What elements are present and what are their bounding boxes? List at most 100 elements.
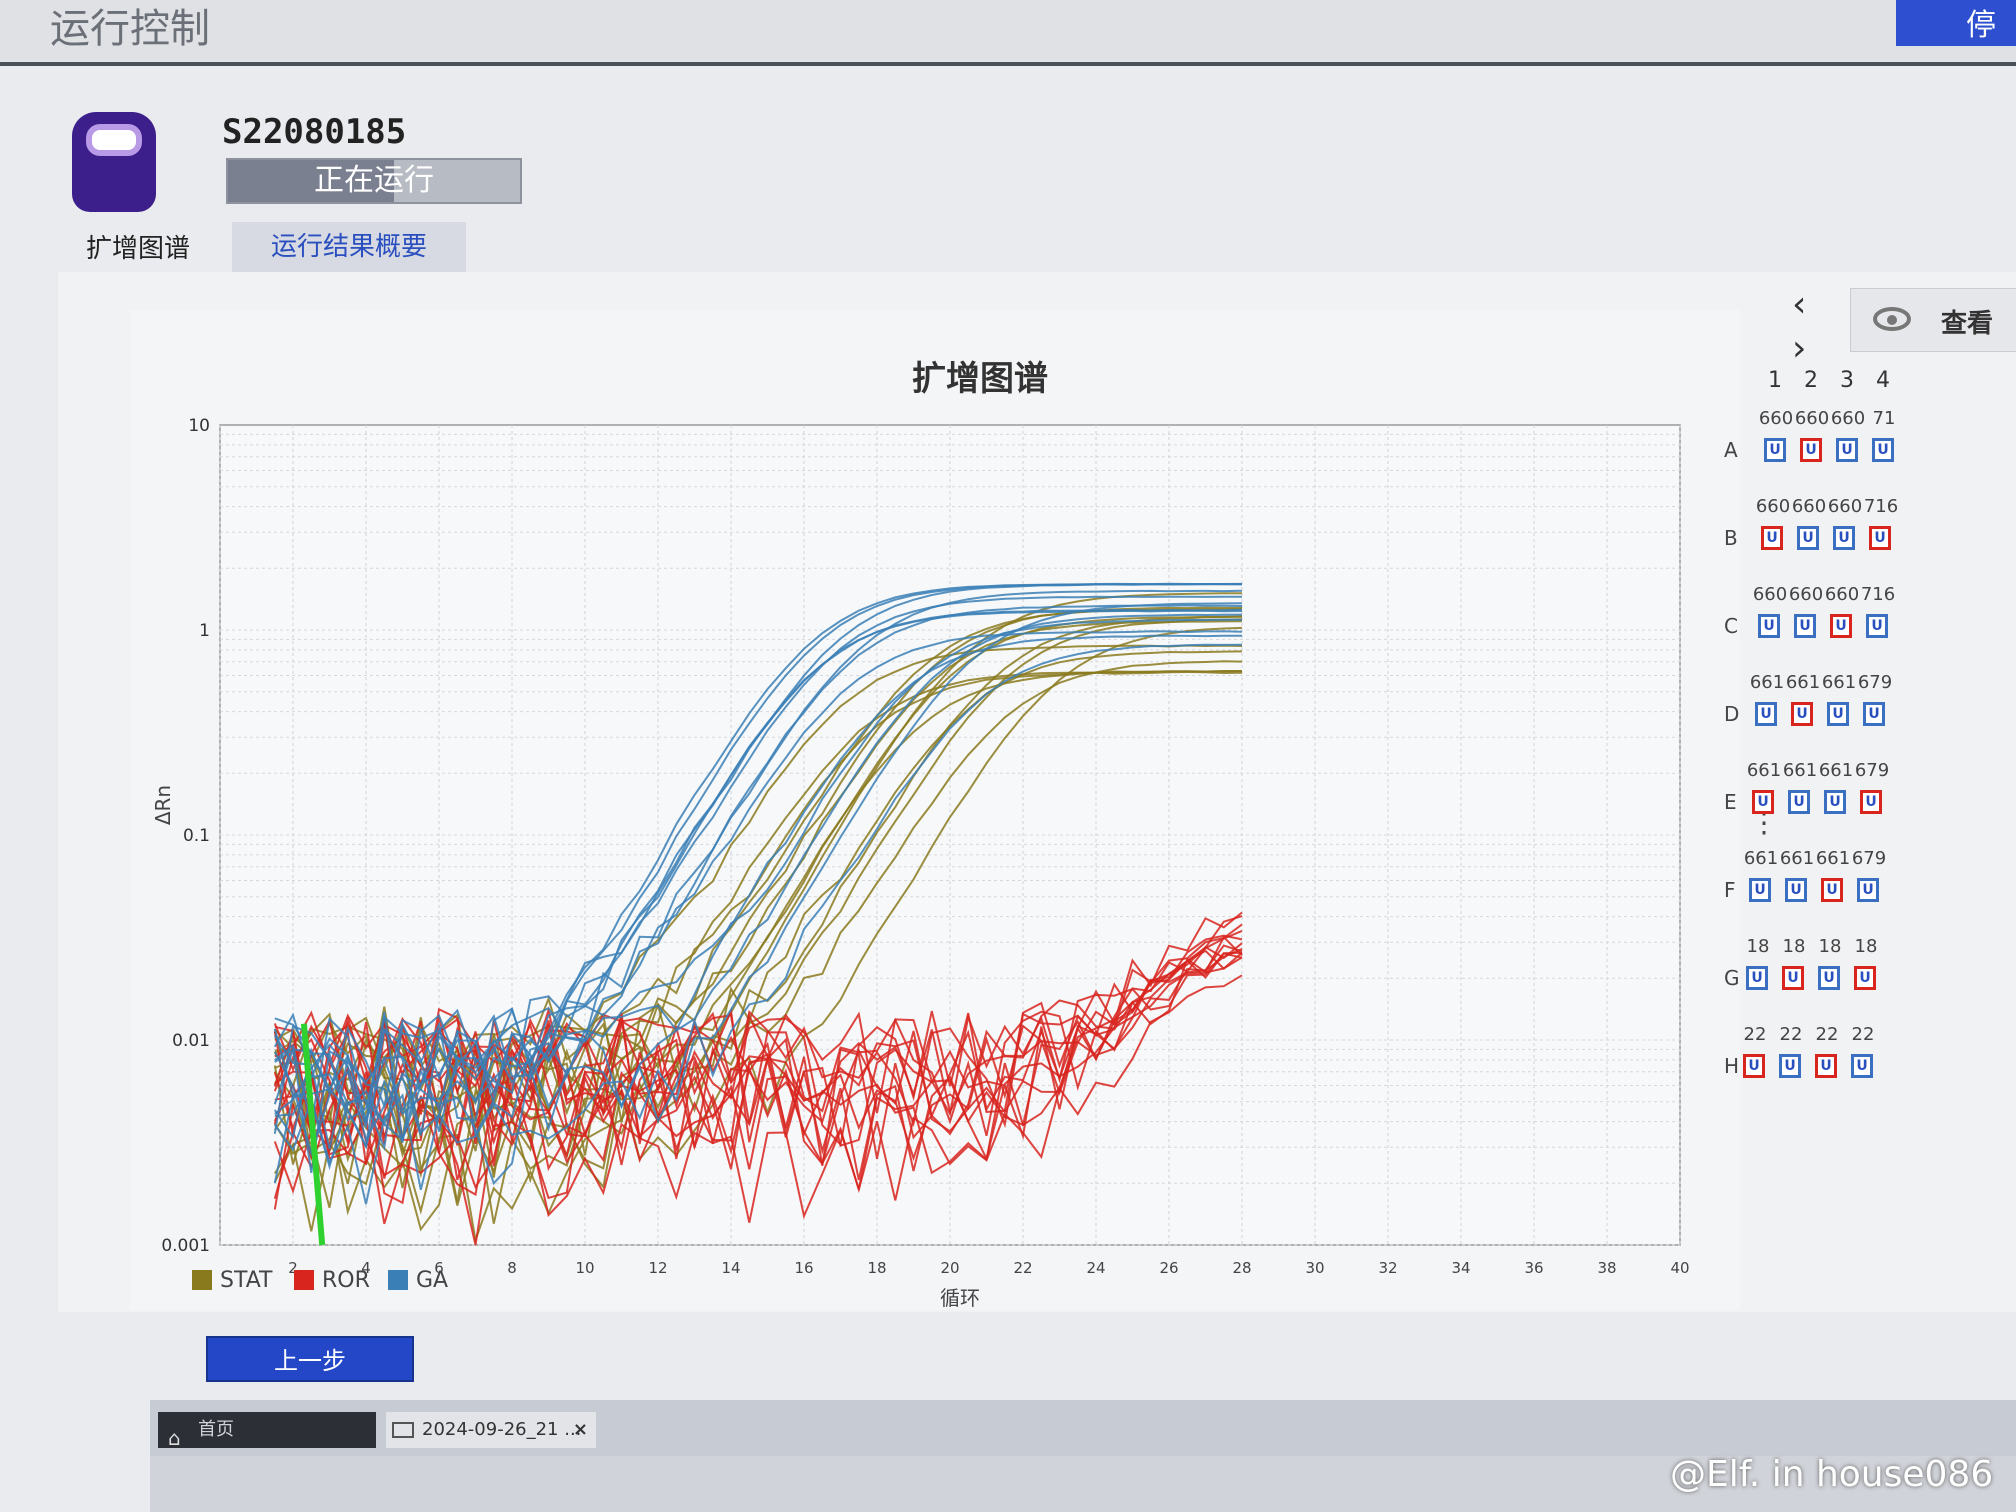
chart-svg: 扩增图谱循环ΔRn2 4 6 8 10 12 14 16 18 20 22 24 26 28 30 32 34 3…: [151, 359, 1690, 1310]
plate-well[interactable]: 679 U: [1847, 848, 1891, 928]
eye-icon: [1873, 307, 1911, 331]
well-status-chip: U: [1788, 790, 1810, 814]
well-sample-number: 18: [1854, 936, 1878, 957]
y-tick-label: 0.1: [183, 826, 210, 846]
y-tick-label: 0.01: [172, 1031, 210, 1051]
chevron-right-icon[interactable]: ›: [1792, 328, 1806, 369]
title-bar: 运行控制 停: [0, 0, 2016, 66]
home-icon: ⌂: [168, 1426, 181, 1450]
well-sample-number: 679: [1854, 760, 1890, 781]
taskbar: ⌂ 首页 2024-09-26_21 ... ×: [150, 1400, 2016, 1456]
well-status-chip: U: [1755, 702, 1777, 726]
legend-label: STAT: [220, 1268, 273, 1293]
legend-swatch: [294, 1270, 314, 1290]
view-button[interactable]: 查看: [1850, 288, 2016, 352]
x-tick-label: 14: [721, 1259, 740, 1277]
plate-row-header: C: [1724, 614, 1738, 638]
well-status-chip: U: [1743, 1054, 1765, 1078]
well-status-chip: U: [1821, 878, 1843, 902]
run-progress-bar: 正在运行: [226, 158, 522, 204]
x-tick-label: 20: [940, 1259, 959, 1277]
run-status: 正在运行: [314, 163, 434, 198]
x-tick-label: 10: [575, 1259, 594, 1277]
taskbar-home-label: 首页: [198, 1419, 234, 1440]
well-status-chip: U: [1833, 526, 1855, 550]
chart-title: 扩增图谱: [912, 359, 1048, 399]
plate-column-header: 4: [1876, 368, 1890, 393]
x-tick-label: 24: [1086, 1259, 1105, 1277]
legend-swatch: [388, 1270, 408, 1290]
tab-amplification-plot[interactable]: 扩增图谱: [86, 228, 190, 265]
run-id: S22080185: [222, 112, 407, 152]
well-status-chip: U: [1854, 966, 1876, 990]
x-tick-label: 30: [1305, 1259, 1324, 1277]
plate-column-header: 1: [1768, 368, 1782, 393]
well-status-chip: U: [1797, 526, 1819, 550]
plate-row-header: F: [1724, 878, 1736, 902]
instrument-icon: [72, 112, 156, 212]
well-status-chip: U: [1764, 438, 1786, 462]
chevron-left-icon[interactable]: ‹: [1792, 284, 1806, 325]
taskbar-home[interactable]: ⌂ 首页: [158, 1412, 376, 1450]
x-tick-label: 8: [507, 1259, 517, 1277]
tab-run-summary[interactable]: 运行结果概要: [232, 222, 466, 272]
x-tick-label: 16: [794, 1259, 813, 1277]
well-status-chip: U: [1749, 878, 1771, 902]
x-axis-label: 循环: [940, 1286, 980, 1310]
plate-well[interactable]: 679 U: [1850, 760, 1894, 840]
plate-well[interactable]: 18 U: [1844, 936, 1888, 1016]
x-tick-label: 28: [1232, 1259, 1251, 1277]
plate-well[interactable]: 22 U: [1841, 1024, 1885, 1104]
plate-well[interactable]: 716 U: [1856, 584, 1900, 664]
back-button[interactable]: 上一步: [206, 1336, 414, 1382]
well-status-chip: U: [1860, 790, 1882, 814]
y-tick-label: 1: [199, 621, 210, 641]
plate-well[interactable]: 716 U: [1859, 496, 1903, 576]
well-sample-number: 716: [1860, 584, 1896, 605]
plate-map: 1 2 3 4 A 660 U 660 U 660 U 71 U B 660 U 660 U 660 U 716 U C 66…: [1724, 368, 2016, 1268]
taskbar-file-label: 2024-09-26_21 ...: [422, 1419, 582, 1440]
well-sample-number: 679: [1857, 672, 1893, 693]
taskbar-file-tab[interactable]: 2024-09-26_21 ... ×: [386, 1412, 596, 1448]
y-axis-label: ΔRn: [151, 785, 175, 825]
well-status-chip: U: [1869, 526, 1891, 550]
x-tick-label: 40: [1670, 1259, 1689, 1277]
legend-item-ror: ROR: [294, 1268, 370, 1293]
plate-well[interactable]: 71 U: [1862, 408, 1906, 488]
close-icon[interactable]: ×: [573, 1412, 588, 1448]
x-tick-label: 34: [1451, 1259, 1470, 1277]
watermark: @Elf. in house086: [1670, 1454, 1994, 1495]
well-status-chip: U: [1761, 526, 1783, 550]
plate-well[interactable]: 679 U: [1853, 672, 1897, 752]
well-status-chip: U: [1836, 438, 1858, 462]
well-status-chip: U: [1863, 702, 1885, 726]
well-sample-number: 71: [1872, 408, 1896, 429]
x-tick-label: 32: [1378, 1259, 1397, 1277]
plate-row-header: B: [1724, 526, 1738, 550]
legend-label: GA: [416, 1268, 449, 1293]
stop-button[interactable]: 停: [1896, 0, 2016, 46]
x-tick-label: 26: [1159, 1259, 1178, 1277]
legend-item-stat: STAT: [192, 1268, 272, 1293]
y-tick-label: 0.001: [161, 1236, 210, 1256]
x-tick-label: 22: [1013, 1259, 1032, 1277]
well-status-chip: U: [1794, 614, 1816, 638]
well-status-chip: U: [1824, 790, 1846, 814]
well-status-chip: U: [1758, 614, 1780, 638]
well-status-chip: U: [1827, 702, 1849, 726]
x-tick-label: 18: [867, 1259, 886, 1277]
well-status-chip: U: [1785, 878, 1807, 902]
plate-row-header: A: [1724, 438, 1738, 462]
plate-column-header: 2: [1804, 368, 1818, 393]
view-button-label: 查看: [1941, 309, 1994, 339]
well-status-chip: U: [1818, 966, 1840, 990]
well-sample-number: 22: [1851, 1024, 1875, 1045]
x-tick-label: 12: [648, 1259, 667, 1277]
well-status-chip: U: [1746, 966, 1768, 990]
legend-label: ROR: [322, 1268, 370, 1293]
well-status-chip: U: [1752, 790, 1774, 814]
legend-item-ga: GA: [388, 1268, 448, 1293]
well-status-chip: U: [1815, 1054, 1837, 1078]
well-status-chip: U: [1872, 438, 1894, 462]
file-icon: [392, 1422, 414, 1438]
